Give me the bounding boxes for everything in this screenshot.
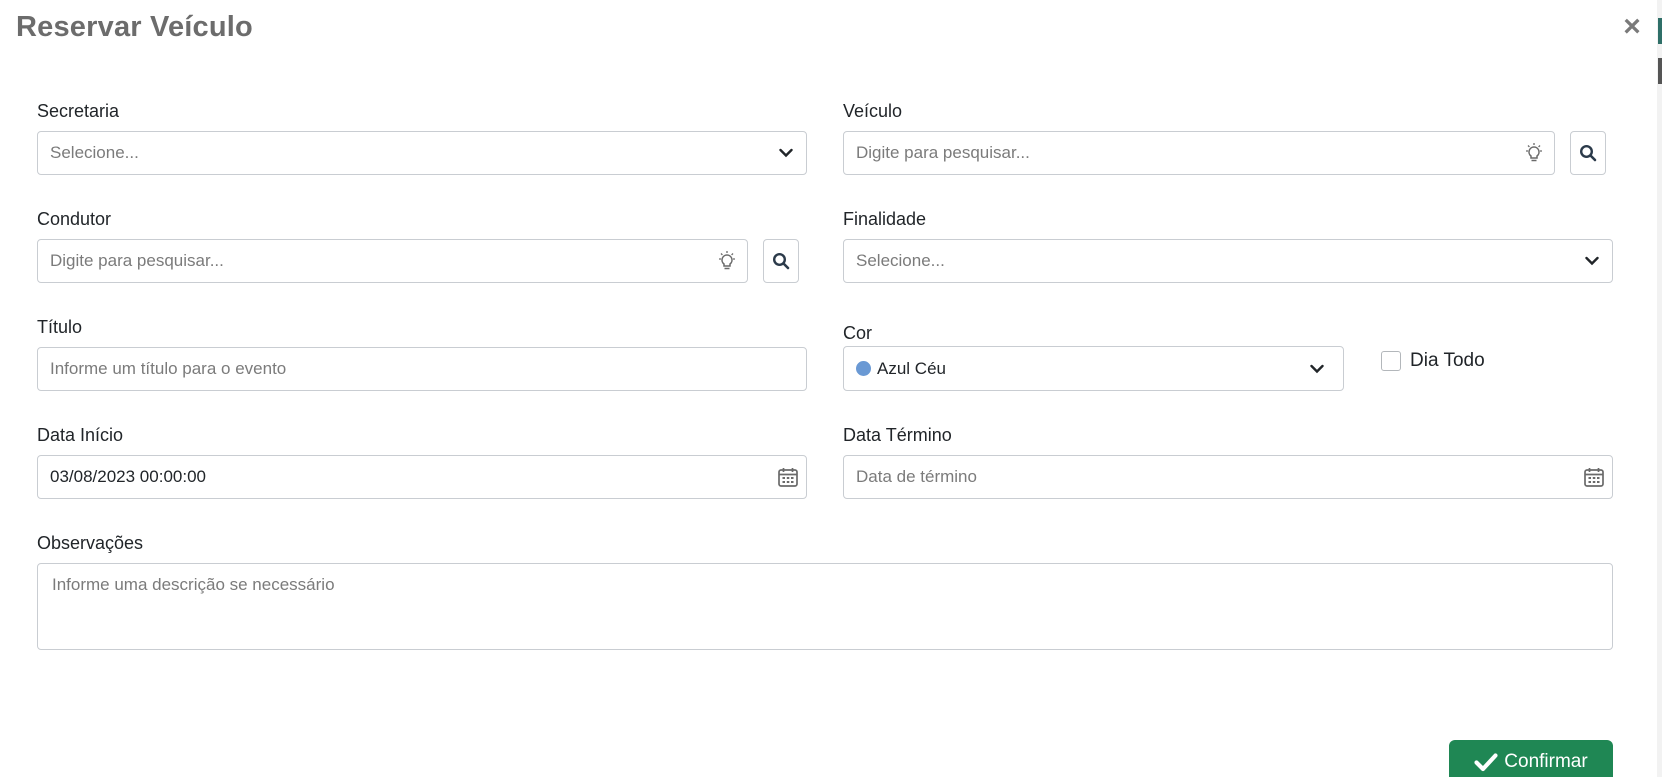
color-swatch: [856, 361, 871, 376]
secretaria-select[interactable]: Selecione...: [37, 131, 807, 175]
cor-select-value: Azul Céu: [877, 358, 946, 378]
titulo-input[interactable]: Informe um título para o evento: [37, 347, 807, 391]
condutor-placeholder: Digite para pesquisar...: [50, 251, 224, 270]
chevron-down-icon: [774, 141, 798, 165]
titulo-placeholder: Informe um título para o evento: [50, 359, 287, 378]
close-button[interactable]: ×: [1618, 12, 1646, 42]
modal-title: Reservar Veículo: [16, 11, 253, 43]
calendar-icon[interactable]: [1582, 465, 1606, 489]
reserve-vehicle-modal: Reservar Veículo × Secretaria Selecione.…: [0, 0, 1662, 777]
veiculo-label: Veículo: [843, 101, 903, 121]
finalidade-label: Finalidade: [843, 209, 927, 229]
search-icon: [1579, 144, 1597, 162]
veiculo-search-button[interactable]: [1570, 131, 1606, 175]
condutor-search-button[interactable]: [763, 239, 799, 283]
secretaria-label: Secretaria: [37, 101, 120, 121]
dia-todo-checkbox[interactable]: [1381, 351, 1401, 371]
finalidade-select-value: Selecione...: [856, 251, 945, 270]
cor-label: Cor: [843, 323, 873, 343]
condutor-input[interactable]: Digite para pesquisar...: [37, 239, 748, 283]
chevron-down-icon: [1305, 357, 1329, 381]
veiculo-input[interactable]: Digite para pesquisar...: [843, 131, 1555, 175]
check-icon: [1474, 753, 1498, 772]
cor-select[interactable]: Azul Céu: [843, 346, 1344, 391]
lightbulb-icon[interactable]: [715, 249, 739, 273]
confirm-label: Confirmar: [1504, 751, 1588, 772]
lightbulb-icon[interactable]: [1522, 141, 1546, 165]
calendar-icon[interactable]: [776, 465, 800, 489]
observacoes-label: Observações: [37, 533, 144, 553]
observacoes-textarea[interactable]: Informe uma descrição se necessário: [37, 563, 1613, 650]
finalidade-select[interactable]: Selecione...: [843, 239, 1613, 283]
data-termino-input[interactable]: Data de término: [843, 455, 1613, 499]
data-inicio-value: 03/08/2023 00:00:00: [50, 467, 206, 486]
chevron-down-icon: [1580, 249, 1604, 273]
dia-todo-checkbox-group[interactable]: Dia Todo: [1381, 350, 1485, 372]
data-termino-label: Data Término: [843, 425, 952, 445]
dia-todo-label: Dia Todo: [1410, 350, 1485, 371]
data-termino-placeholder: Data de término: [856, 467, 977, 486]
condutor-label: Condutor: [37, 209, 112, 229]
data-inicio-input[interactable]: 03/08/2023 00:00:00: [37, 455, 807, 499]
search-icon: [772, 252, 790, 270]
titulo-label: Título: [37, 317, 83, 337]
background-edge: [1657, 0, 1662, 777]
secretaria-select-value: Selecione...: [50, 143, 139, 162]
observacoes-placeholder: Informe uma descrição se necessário: [52, 575, 335, 594]
veiculo-placeholder: Digite para pesquisar...: [856, 143, 1030, 162]
data-inicio-label: Data Início: [37, 425, 124, 445]
confirm-button[interactable]: Confirmar: [1449, 740, 1613, 777]
